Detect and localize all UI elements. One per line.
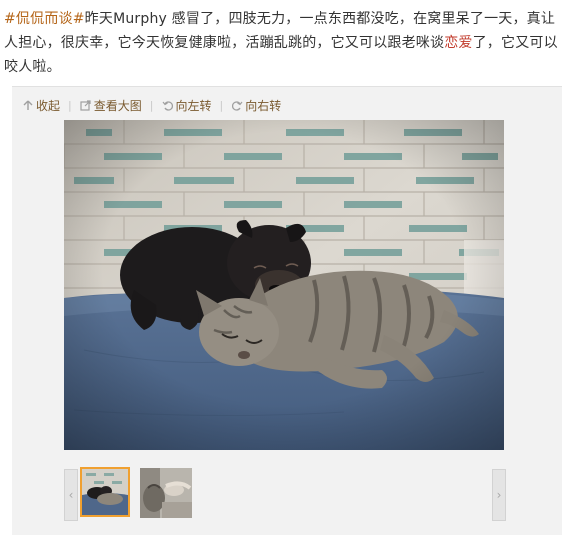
chevron-right-icon: › (496, 488, 502, 502)
media-box: 收起 | 查看大图 | 向左转 | 向右转 ‹ › (12, 86, 562, 535)
rotate-left-label: 向左转 (175, 98, 212, 113)
rotate-left-button[interactable]: 向左转 (161, 97, 211, 114)
up-arrow-icon (22, 99, 34, 111)
toolbar-separator: | (68, 98, 72, 112)
thumbnail-2-image (140, 468, 192, 518)
toolbar-separator: | (149, 98, 154, 112)
rotate-right-button[interactable]: 向右转 (231, 97, 281, 114)
main-photo[interactable] (64, 120, 504, 450)
rotate-left-icon (161, 99, 173, 111)
puppy-and-cat-photo (64, 120, 504, 450)
thumbnail-1[interactable] (80, 467, 130, 517)
thumbnail-2[interactable] (140, 468, 192, 518)
topic-link[interactable]: #侃侃而谈# (4, 11, 85, 27)
chevron-left-icon: ‹ (68, 488, 74, 502)
view-large-button[interactable]: 查看大图 (80, 97, 142, 114)
thumbnail-prev-button[interactable]: ‹ (64, 469, 78, 521)
thumbnail-next-button[interactable]: › (492, 469, 506, 521)
collapse-button[interactable]: 收起 (22, 97, 60, 114)
external-link-icon (80, 99, 92, 111)
view-large-label: 查看大图 (93, 98, 142, 113)
image-toolbar: 收起 | 查看大图 | 向左转 | 向右转 (22, 96, 281, 114)
toolbar-separator: | (219, 98, 224, 112)
rotate-right-icon (231, 99, 243, 111)
rotate-right-label: 向右转 (245, 98, 282, 113)
thumbnail-1-image (82, 469, 128, 515)
collapse-label: 收起 (36, 98, 61, 113)
thumbnail-strip: ‹ › (64, 467, 506, 521)
highlight-keyword-link[interactable]: 恋爱 (444, 35, 472, 51)
post-text: #侃侃而谈#昨天Murphy 感冒了，四肢无力，一点东西都没吃，在窝里呆了一天，… (4, 7, 562, 79)
